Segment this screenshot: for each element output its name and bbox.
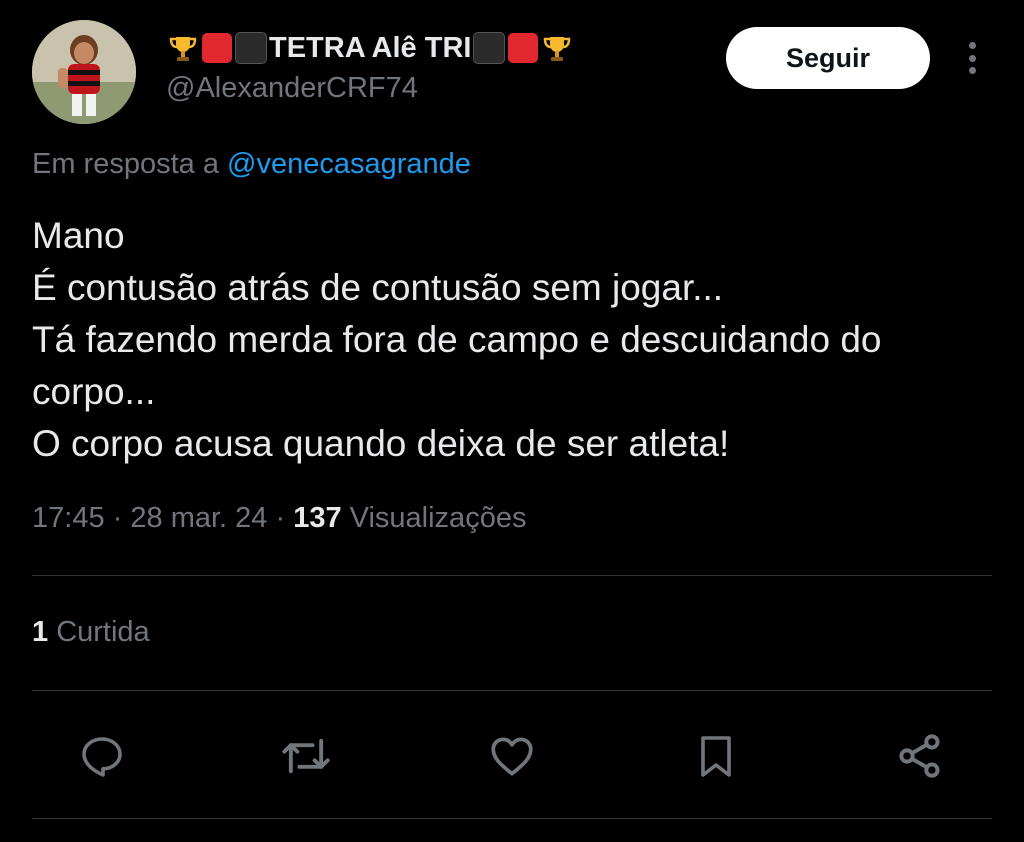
- likes-label: Curtida: [56, 616, 150, 648]
- reply-context: Em resposta a @venecasagrande: [32, 148, 471, 181]
- tweet-time[interactable]: 17:45: [32, 502, 105, 534]
- follow-button[interactable]: Seguir: [726, 27, 930, 89]
- divider: [32, 818, 992, 819]
- red-square-icon: [200, 31, 234, 65]
- divider: [32, 690, 992, 691]
- tweet-text-line: O corpo acusa quando deixa de ser atleta…: [32, 423, 730, 464]
- reply-icon[interactable]: [74, 728, 130, 784]
- tweet-date[interactable]: 28 mar. 24: [130, 502, 267, 534]
- reply-mention-link[interactable]: @venecasagrande: [227, 148, 471, 180]
- black-square-icon: [234, 31, 268, 65]
- bookmark-icon[interactable]: [688, 728, 744, 784]
- tweet-text-line: corpo...: [32, 371, 156, 412]
- tweet-text-line: Tá fazendo merda fora de campo e descuid…: [32, 319, 882, 360]
- divider: [32, 575, 992, 576]
- tweet-action-bar: [0, 728, 1024, 784]
- views-count: 137: [293, 502, 342, 534]
- like-icon[interactable]: [484, 728, 540, 784]
- likes-stat[interactable]: 1 Curtida: [32, 616, 150, 649]
- likes-count: 1: [32, 616, 49, 648]
- author-handle[interactable]: @AlexanderCRF74: [166, 72, 418, 105]
- meta-separator: ·: [275, 502, 286, 534]
- more-options-icon[interactable]: [956, 38, 988, 78]
- red-square-icon: [506, 31, 540, 65]
- trophy-icon: [166, 31, 200, 65]
- meta-separator: ·: [112, 502, 123, 534]
- author-display-name[interactable]: TETRA Alê TRI: [166, 28, 574, 68]
- reply-context-prefix: Em resposta a: [32, 148, 219, 180]
- tweet-meta: 17:45 · 28 mar. 24 · 137 Visualizações: [32, 502, 526, 535]
- share-icon[interactable]: [892, 728, 948, 784]
- avatar[interactable]: [32, 20, 136, 124]
- tweet-text-line: É contusão atrás de contusão sem jogar..…: [32, 267, 724, 308]
- retweet-icon[interactable]: [278, 728, 334, 784]
- tweet-text: Mano É contusão atrás de contusão sem jo…: [32, 210, 982, 470]
- views-label: Visualizações: [349, 502, 527, 534]
- trophy-icon: [540, 31, 574, 65]
- tweet-text-line: Mano: [32, 215, 125, 256]
- display-name-text: TETRA Alê TRI: [269, 31, 472, 64]
- black-square-icon: [472, 31, 506, 65]
